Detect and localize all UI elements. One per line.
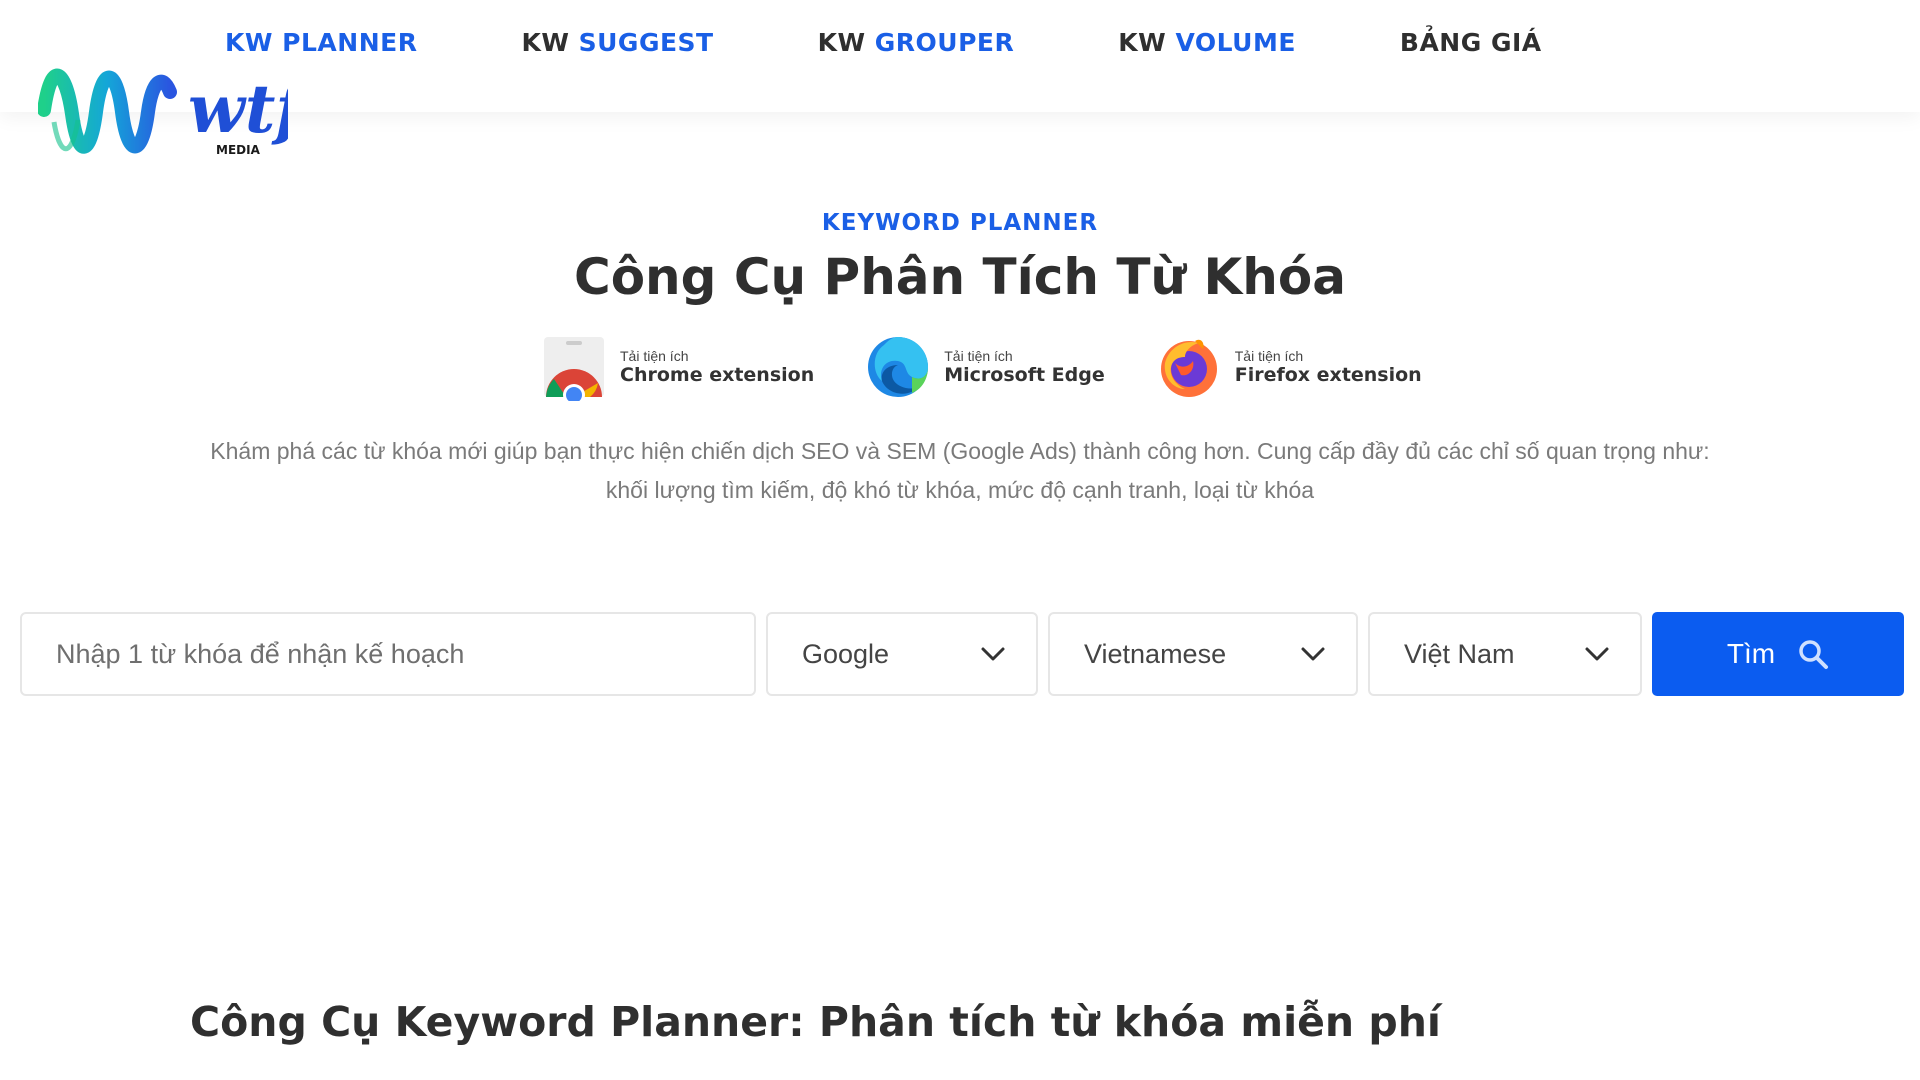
country-select-value: Việt Nam	[1404, 638, 1515, 669]
nav-pricing[interactable]: BẢNG GIÁ	[1400, 28, 1542, 57]
svg-text:MEDIA: MEDIA	[216, 143, 261, 157]
search-icon	[1799, 640, 1829, 669]
edge-icon	[868, 337, 929, 397]
svg-text:wtf: wtf	[188, 70, 288, 148]
chevron-down-icon	[981, 647, 1005, 661]
hero-eyebrow: KEYWORD PLANNER	[821, 210, 1099, 236]
chevron-down-icon	[1585, 647, 1609, 661]
nav-kw-suggest[interactable]: KW SUGGEST	[521, 28, 713, 57]
country-select[interactable]: Việt Nam	[1368, 612, 1642, 696]
nav-kw-volume[interactable]: KW VOLUME	[1118, 28, 1296, 57]
wave-logo-icon: wtf MEDIA	[37, 68, 313, 157]
main-nav: KW PLANNER KW SUGGEST KW GROUPER KW VOLU…	[225, 28, 1646, 57]
keyword-search-form: Google Vietnamese Việt Nam Tìm	[20, 612, 1904, 696]
language-select[interactable]: Vietnamese	[1048, 612, 1358, 696]
keyword-input[interactable]	[20, 612, 756, 696]
chrome-store-icon	[544, 337, 604, 401]
chevron-down-icon	[1301, 647, 1325, 661]
engine-select-value: Google	[802, 638, 890, 669]
language-select-value: Vietnamese	[1084, 638, 1227, 669]
page-title: Công Cụ Phân Tích Từ Khóa	[574, 248, 1346, 306]
engine-select[interactable]: Google	[766, 612, 1038, 696]
top-navigation-bar: KW PLANNER KW SUGGEST KW GROUPER KW VOLU…	[0, 0, 1920, 112]
search-button-label: Tìm	[1726, 638, 1776, 669]
hero-description: Khám phá các từ khóa mới giúp bạn thực h…	[210, 438, 1710, 503]
nav-kw-planner[interactable]: KW PLANNER	[225, 28, 417, 57]
chrome-extension-link[interactable]: Tải tiện ích Chrome extension	[540, 333, 814, 401]
firefox-extension-link[interactable]: Tải tiện ích Firefox extension	[1155, 333, 1422, 401]
wtf-media-logo[interactable]: wtf MEDIA	[37, 62, 313, 172]
nav-kw-grouper[interactable]: KW GROUPER	[818, 28, 1015, 57]
search-button[interactable]: Tìm	[1652, 612, 1904, 696]
extension-links: Tải tiện ích Chrome extension Tải tiện í…	[540, 332, 1472, 402]
section-title: Công Cụ Keyword Planner: Phân tích từ kh…	[190, 998, 1441, 1046]
edge-extension-link[interactable]: Tải tiện ích Microsoft Edge	[864, 333, 1105, 401]
firefox-icon	[1160, 339, 1217, 397]
